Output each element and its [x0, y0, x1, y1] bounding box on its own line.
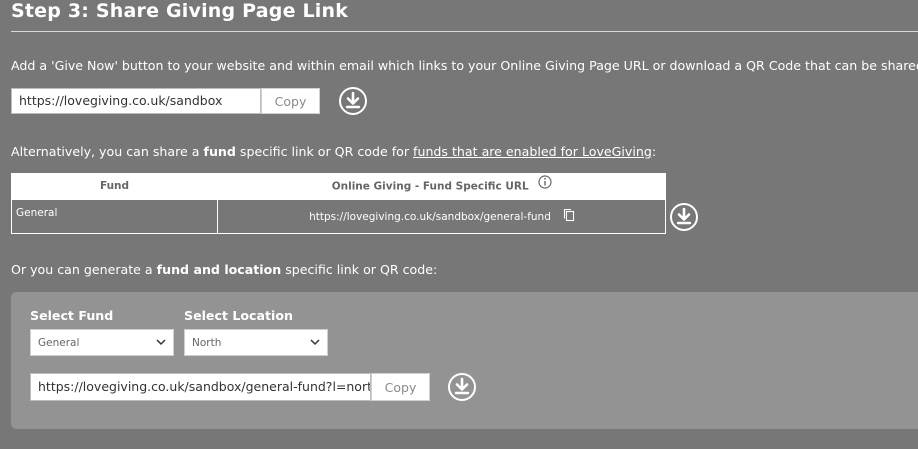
giving-page-url-field[interactable]: https://lovegiving.co.uk/sandbox: [11, 88, 261, 114]
download-location-qr-icon[interactable]: [447, 372, 477, 402]
enabled-funds-link[interactable]: funds that are enabled for LoveGiving: [413, 144, 652, 159]
alt-middle: specific link or QR code for: [235, 144, 414, 159]
intro-text: Add a 'Give Now' button to your website …: [11, 58, 918, 73]
section-title: Step 3: Share Giving Page Link: [11, 0, 349, 22]
header-url-label: Online Giving - Fund Specific URL: [331, 180, 529, 193]
header-fund: Fund: [99, 180, 130, 192]
alternative-text: Alternatively, you can share a fund spec…: [11, 144, 656, 159]
title-divider: [11, 31, 918, 32]
table-row: General https://lovegiving.co.uk/sandbox…: [11, 200, 666, 234]
chevron-down-icon: [156, 337, 166, 349]
loc-suffix: specific link or QR code:: [281, 262, 438, 277]
loc-bold: fund and location: [156, 262, 282, 277]
location-intro-text: Or you can generate a fund and location …: [11, 262, 437, 277]
table-header: Fund Online Giving - Fund Specific URL: [11, 173, 666, 200]
fund-select-value: General: [38, 336, 80, 349]
alt-suffix: :: [651, 144, 657, 159]
alt-bold: fund: [203, 144, 236, 159]
select-fund-label: Select Fund: [30, 308, 114, 323]
loc-prefix: Or you can generate a: [11, 262, 157, 277]
copy-icon[interactable]: [563, 208, 575, 225]
fund-select[interactable]: General: [30, 329, 174, 356]
fund-url-table: Fund Online Giving - Fund Specific URL G…: [11, 173, 666, 234]
fund-name-cell: General: [12, 200, 218, 233]
copy-location-url-button[interactable]: Copy: [371, 373, 430, 401]
select-location-label: Select Location: [184, 308, 293, 323]
copy-url-button[interactable]: Copy: [261, 88, 320, 114]
download-qr-icon[interactable]: [338, 86, 368, 116]
fund-location-panel: [11, 292, 918, 429]
location-select[interactable]: North: [184, 329, 328, 356]
fund-url-text: https://lovegiving.co.uk/sandbox/general…: [309, 210, 551, 223]
fund-url-cell: https://lovegiving.co.uk/sandbox/general…: [219, 200, 665, 233]
location-select-value: North: [192, 336, 222, 349]
alt-prefix: Alternatively, you can share a: [11, 144, 204, 159]
info-icon[interactable]: [538, 173, 552, 200]
download-fund-qr-icon[interactable]: [669, 202, 699, 232]
header-url: Online Giving - Fund Specific URL: [218, 173, 666, 200]
chevron-down-icon: [310, 337, 320, 349]
fund-location-url-field[interactable]: https://lovegiving.co.uk/sandbox/general…: [30, 373, 371, 401]
